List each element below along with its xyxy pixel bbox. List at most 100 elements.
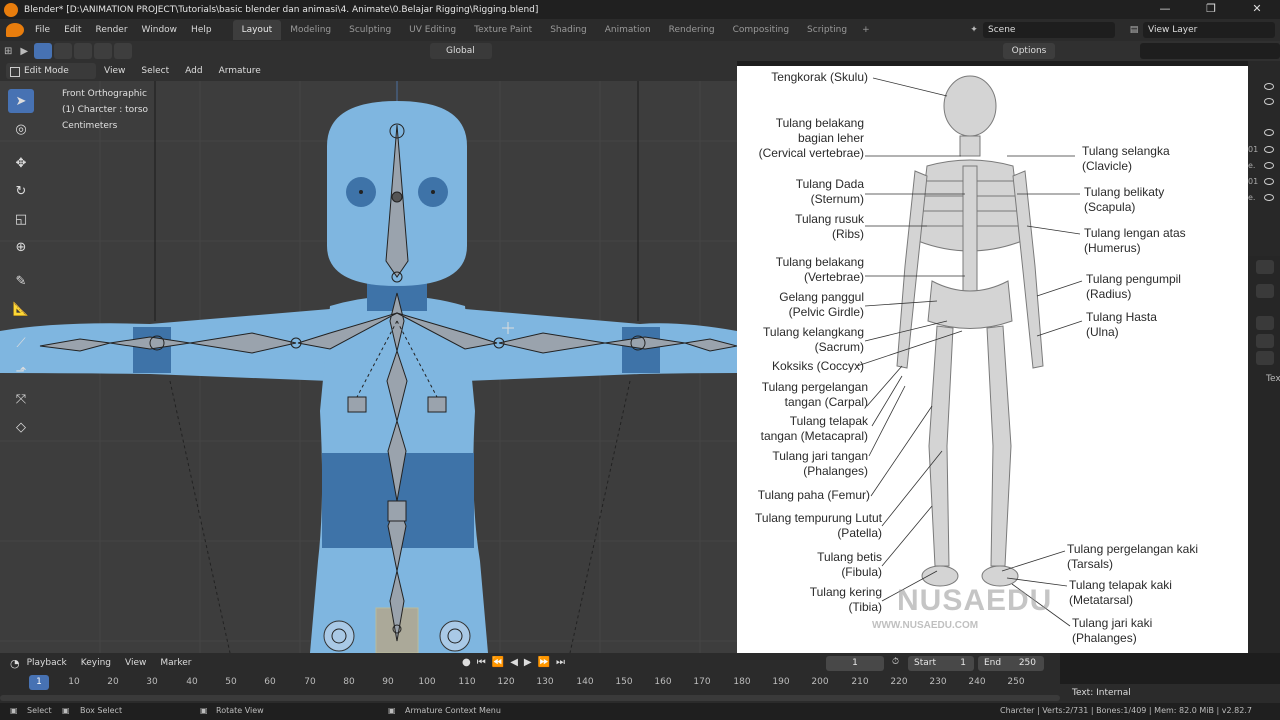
mouse-left-icon: ▣ bbox=[10, 706, 18, 715]
tab-rendering[interactable]: Rendering bbox=[660, 20, 724, 40]
ruler-icon: 📐 bbox=[12, 301, 30, 317]
menu-timeline-view[interactable]: View bbox=[125, 658, 146, 668]
ruler-tick: 190 bbox=[772, 677, 790, 687]
select-mode-invert-button[interactable] bbox=[94, 43, 113, 59]
next-keyframe-icon[interactable]: ⏩ bbox=[538, 657, 550, 668]
ruler-tick: 150 bbox=[615, 677, 633, 687]
play-icon[interactable]: ▶ bbox=[524, 657, 532, 668]
view-layer-selector[interactable]: ▤ View Layer bbox=[1125, 21, 1275, 38]
tab-uv-editing[interactable]: UV Editing bbox=[400, 20, 465, 40]
menu-add[interactable]: Add bbox=[185, 66, 202, 76]
playhead-current-frame[interactable]: 1 bbox=[29, 675, 49, 690]
interaction-mode-select[interactable]: Edit Mode bbox=[6, 63, 96, 79]
tab-scripting[interactable]: Scripting bbox=[798, 20, 856, 40]
annotate-tool[interactable]: ✎ bbox=[8, 269, 34, 293]
visibility-eye-icon[interactable] bbox=[1264, 98, 1274, 105]
add-workspace-button[interactable]: + bbox=[856, 25, 876, 35]
stopwatch-icon[interactable]: ⏱ bbox=[892, 657, 899, 667]
tab-sculpting[interactable]: Sculpting bbox=[340, 20, 400, 40]
timeline-ruler[interactable]: 1 10 20 30 40 50 60 70 80 90 100 110 120… bbox=[0, 673, 1060, 703]
shear-tool[interactable]: ◇ bbox=[8, 415, 34, 439]
visibility-eye-icon[interactable] bbox=[1264, 146, 1274, 153]
jump-start-icon[interactable]: ⏮ bbox=[477, 657, 486, 668]
menu-help[interactable]: Help bbox=[191, 25, 212, 35]
properties-tab[interactable] bbox=[1256, 334, 1274, 348]
label-hand-phalanges: Tulang jari tangan (Phalanges) bbox=[772, 449, 868, 478]
clock-icon[interactable]: ◔ bbox=[10, 657, 20, 670]
measure-tool[interactable]: 📐 bbox=[8, 297, 34, 321]
menu-keying[interactable]: Keying bbox=[81, 658, 111, 668]
menu-window[interactable]: Window bbox=[142, 25, 178, 35]
select-mode-new-button[interactable] bbox=[34, 43, 53, 59]
label-metacarpal: Tulang telapak tangan (Metacapral) bbox=[760, 414, 868, 443]
tab-texture-paint[interactable]: Texture Paint bbox=[465, 20, 541, 40]
bone-size-icon: ⬏ bbox=[15, 363, 27, 379]
timeline-header: ◔ Playback Keying View Marker ● ⏮ ⏪ ◀ ▶ … bbox=[0, 653, 1060, 673]
end-frame-field[interactable]: End 250 bbox=[978, 656, 1044, 671]
scale-tool[interactable]: ◱ bbox=[8, 207, 34, 231]
menu-select[interactable]: Select bbox=[141, 66, 169, 76]
timeline-scrollbar[interactable] bbox=[0, 695, 1060, 701]
select-mode-intersect-button[interactable] bbox=[114, 43, 133, 59]
select-tool-icon[interactable]: ▶ bbox=[20, 46, 28, 57]
label-pelvic-girdle: Gelang panggul (Pelvic Girdle) bbox=[779, 290, 864, 319]
start-frame-field[interactable]: Start 1 bbox=[908, 656, 974, 671]
skeleton-reference-image: Tengkorak (Skulu) Tulang belakang bagian… bbox=[737, 66, 1248, 653]
visibility-eye-icon[interactable] bbox=[1264, 194, 1274, 201]
visibility-eye-icon[interactable] bbox=[1264, 162, 1274, 169]
tab-animation[interactable]: Animation bbox=[596, 20, 660, 40]
tool-header: ⊞ ▶ Global Options bbox=[0, 41, 1060, 61]
tab-layout[interactable]: Layout bbox=[232, 20, 282, 40]
extrude-tool[interactable]: ⤧ bbox=[8, 387, 34, 411]
tab-modeling[interactable]: Modeling bbox=[281, 20, 340, 40]
prev-keyframe-icon[interactable]: ⏪ bbox=[492, 657, 504, 668]
properties-tab[interactable] bbox=[1256, 284, 1274, 298]
menu-marker[interactable]: Marker bbox=[160, 658, 191, 668]
jump-end-icon[interactable]: ⏭ bbox=[556, 657, 565, 668]
ruler-tick: 10 bbox=[68, 677, 80, 687]
menu-armature[interactable]: Armature bbox=[219, 66, 261, 76]
bone-size-tool[interactable]: ⬏ bbox=[8, 359, 34, 383]
3d-viewport[interactable]: Front Orthographic (1) Charcter : torso … bbox=[0, 81, 737, 653]
select-box-tool[interactable]: ➤ bbox=[8, 89, 34, 113]
menu-playback[interactable]: Playback bbox=[27, 658, 67, 668]
visibility-eye-icon[interactable] bbox=[1264, 129, 1274, 136]
visibility-eye-icon[interactable] bbox=[1264, 83, 1274, 90]
select-mode-extend-button[interactable] bbox=[54, 43, 73, 59]
properties-tab[interactable] bbox=[1256, 351, 1274, 365]
blender-logo-icon[interactable] bbox=[6, 23, 24, 37]
current-frame-field[interactable]: 1 bbox=[826, 656, 884, 671]
menu-file[interactable]: File bbox=[35, 25, 50, 35]
record-icon[interactable]: ● bbox=[462, 657, 471, 668]
move-tool[interactable]: ✥ bbox=[8, 151, 34, 175]
tab-shading[interactable]: Shading bbox=[541, 20, 596, 40]
view-layer-name[interactable]: View Layer bbox=[1143, 21, 1275, 38]
scene-selector[interactable]: ✦ Scene bbox=[965, 21, 1115, 38]
ruler-tick: 120 bbox=[497, 677, 515, 687]
scene-name[interactable]: Scene bbox=[983, 21, 1115, 38]
play-reverse-icon[interactable]: ◀ bbox=[510, 657, 518, 668]
menu-view[interactable]: View bbox=[104, 66, 125, 76]
properties-panel: Tex bbox=[1248, 256, 1280, 653]
properties-tab[interactable] bbox=[1256, 316, 1274, 330]
rotate-tool[interactable]: ↻ bbox=[8, 179, 34, 203]
maximize-button[interactable]: ❐ bbox=[1188, 0, 1234, 19]
menu-edit[interactable]: Edit bbox=[64, 25, 81, 35]
properties-tab[interactable] bbox=[1256, 260, 1274, 274]
tab-compositing[interactable]: Compositing bbox=[724, 20, 798, 40]
select-mode-subtract-button[interactable] bbox=[74, 43, 93, 59]
outliner-search-input[interactable] bbox=[1140, 43, 1280, 59]
menu-render[interactable]: Render bbox=[96, 25, 128, 35]
roll-tool[interactable]: ⟋ bbox=[8, 331, 34, 355]
label-femur: Tulang paha (Femur) bbox=[757, 488, 870, 502]
close-button[interactable]: ✕ bbox=[1234, 0, 1280, 19]
minimize-button[interactable]: — bbox=[1142, 0, 1188, 19]
visibility-eye-icon[interactable] bbox=[1264, 178, 1274, 185]
transform-tool[interactable]: ⊕ bbox=[8, 235, 34, 259]
label-sacrum: Tulang kelangkang (Sacrum) bbox=[763, 325, 864, 354]
label-tibia: Tulang kering (Tibia) bbox=[809, 585, 882, 614]
options-button[interactable]: Options bbox=[1003, 43, 1055, 59]
editor-type-icon[interactable]: ⊞ bbox=[4, 46, 12, 57]
cursor-tool[interactable]: ◎ bbox=[8, 117, 34, 141]
transform-orientation-select[interactable]: Global bbox=[430, 43, 492, 59]
